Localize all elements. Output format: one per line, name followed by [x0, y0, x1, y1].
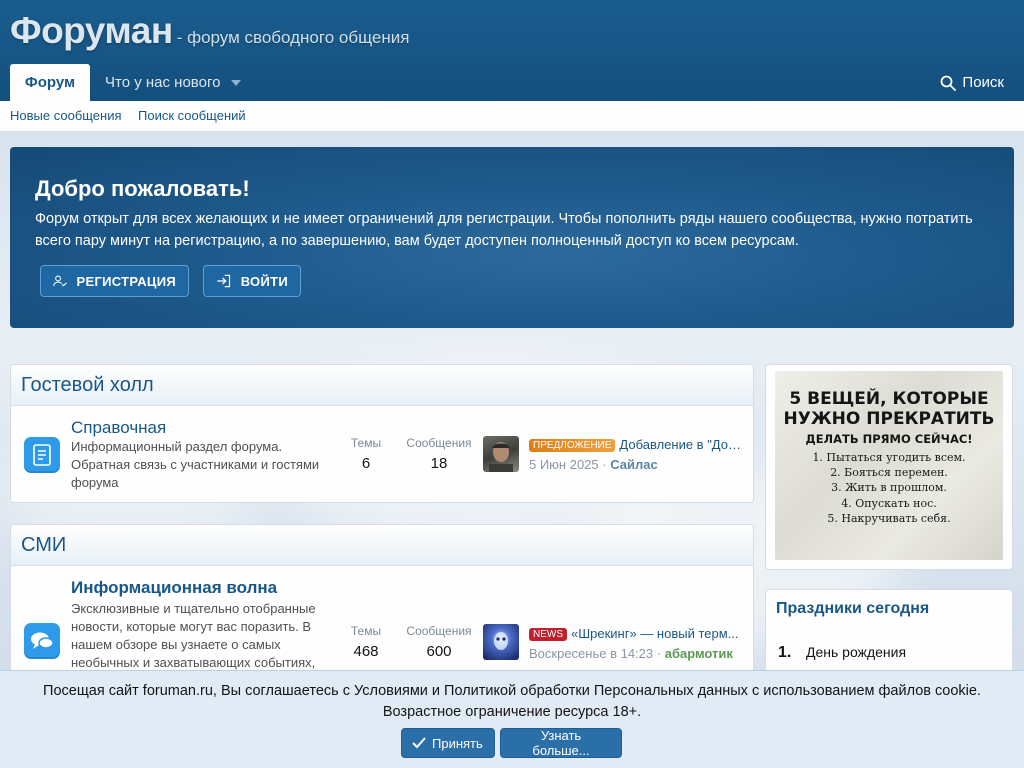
cookie-text-line1: Посещая сайт foruman.ru, Вы соглашаетесь… — [43, 683, 981, 699]
forum-node: Справочная Информационный раздел форума.… — [11, 406, 753, 502]
login-button[interactable]: ВОЙТИ — [203, 265, 301, 297]
tab-whats-new[interactable]: Что у нас нового — [105, 64, 220, 101]
site-logo[interactable]: Форуман - форум свободного общения — [10, 10, 409, 52]
latest-meta: 5 Июн 2025 · Сайлас — [529, 457, 658, 472]
forum-title[interactable]: Информационная волна — [71, 578, 277, 598]
check-icon — [412, 737, 426, 749]
latest-thread-title: Добавление в "Дос... — [619, 437, 743, 452]
category-media: СМИ Информационная волна Эксклюзивные и … — [10, 524, 754, 684]
latest-thread-title: «Шрекинг» — новый терм... — [571, 626, 739, 641]
site-header: Форуман - форум свободного общения Форум… — [0, 0, 1024, 101]
avatar[interactable] — [483, 624, 519, 660]
logo-tagline: - форум свободного общения — [176, 28, 410, 47]
posts-count: 600 — [426, 643, 452, 660]
register-label: РЕГИСТРАЦИЯ — [76, 273, 176, 289]
poster-line2: НУЖНО ПРЕКРАТИТЬ — [783, 409, 995, 429]
poster-item: 5. Накручивать себя. — [827, 512, 951, 525]
cookie-text-line2: Возрастное ограничение ресурса 18+. — [382, 704, 642, 720]
sub-navigation: Новые сообщения Поиск сообщений — [0, 101, 1024, 132]
forum-description: Эксклюзивные и тщательно отобранные ново… — [71, 601, 316, 670]
welcome-text: Форум открыт для всех желающих и не имее… — [35, 211, 973, 249]
prefix-badge: NEWS — [529, 628, 567, 641]
forum-description: Информационный раздел форума. Обратная с… — [71, 439, 320, 490]
cookie-notice: Посещая сайт foruman.ru, Вы соглашаетесь… — [0, 670, 1024, 768]
holiday-item: День рождения — [806, 644, 907, 660]
latest-date[interactable]: 5 Июн 2025 — [529, 457, 599, 472]
threads-count: 6 — [361, 455, 371, 472]
welcome-banner: Добро пожаловать! Форум открыт для всех … — [10, 147, 1014, 328]
poster-image[interactable]: 5 ВЕЩЕЙ, КОТОРЫЕ НУЖНО ПРЕКРАТИТЬ ДЕЛАТЬ… — [775, 371, 1003, 560]
threads-count: 468 — [353, 643, 379, 660]
search-posts-link[interactable]: Поиск сообщений — [138, 108, 246, 123]
threads-label: Темы — [350, 436, 382, 450]
learn-more-button[interactable]: Узнать больше... — [500, 728, 622, 758]
poster-item: 1. Пытаться угодить всем. — [812, 451, 966, 464]
login-icon — [217, 274, 231, 288]
posts-label: Сообщения — [406, 624, 472, 638]
posts-count: 18 — [430, 455, 448, 472]
accept-label: Принять — [432, 735, 483, 751]
latest-user[interactable]: абармотик — [665, 646, 733, 661]
poster-item: 3. Жить в прошлом. — [831, 481, 947, 494]
forum-title[interactable]: Справочная — [71, 418, 166, 438]
user-check-icon — [53, 275, 67, 287]
search-label: Поиск — [962, 74, 1004, 91]
category-guest-hall: Гостевой холл Справочная Информационный … — [10, 364, 754, 503]
register-button[interactable]: РЕГИСТРАЦИЯ — [40, 265, 189, 297]
document-icon — [24, 437, 60, 473]
chat-bubbles-icon — [24, 623, 60, 659]
cookie-text: Посещая сайт foruman.ru, Вы соглашаетесь… — [10, 681, 1014, 723]
category-title[interactable]: СМИ — [11, 525, 753, 566]
holidays-title[interactable]: Праздники сегодня — [766, 590, 1012, 618]
holiday-number: 1. — [778, 644, 792, 661]
latest-date[interactable]: Воскресенье в 14:23 — [529, 646, 653, 661]
logo-title[interactable]: Форуман — [10, 10, 173, 52]
meta-separator: · — [656, 646, 662, 661]
posts-label: Сообщения — [406, 436, 472, 450]
threads-label: Темы — [350, 624, 382, 638]
category-title[interactable]: Гостевой холл — [11, 365, 753, 406]
sidebar-banner: 5 ВЕЩЕЙ, КОТОРЫЕ НУЖНО ПРЕКРАТИТЬ ДЕЛАТЬ… — [765, 364, 1013, 570]
latest-thread-link[interactable]: NEWS «Шрекинг» — новый терм... — [529, 626, 743, 641]
search-button[interactable]: Поиск — [940, 64, 1004, 101]
poster-item: 2. Бояться перемен. — [830, 466, 948, 479]
avatar[interactable] — [483, 436, 519, 472]
prefix-badge: ПРЕДЛОЖЕНИЕ — [529, 439, 616, 452]
latest-user[interactable]: Сайлас — [610, 457, 658, 472]
forum-node: Информационная волна Эксклюзивные и тщат… — [11, 566, 753, 683]
poster-item: 4. Опускать нос. — [841, 497, 937, 510]
meta-separator: · — [602, 457, 607, 472]
chevron-down-icon[interactable] — [231, 80, 241, 86]
search-icon — [941, 75, 957, 91]
poster-line3: ДЕЛАТЬ ПРЯМО СЕЙЧАС! — [805, 432, 973, 446]
tab-forum[interactable]: Форум — [10, 64, 90, 101]
poster-line1: 5 ВЕЩЕЙ, КОТОРЫЕ — [789, 389, 989, 409]
accept-button[interactable]: Принять — [401, 728, 495, 758]
latest-meta: Воскресенье в 14:23 · абармотик — [529, 646, 733, 661]
welcome-title: Добро пожаловать! — [35, 176, 250, 201]
new-posts-link[interactable]: Новые сообщения — [10, 108, 122, 123]
latest-thread-link[interactable]: ПРЕДЛОЖЕНИЕ Добавление в "Дос... — [529, 437, 743, 452]
login-label: ВОЙТИ — [240, 273, 288, 289]
